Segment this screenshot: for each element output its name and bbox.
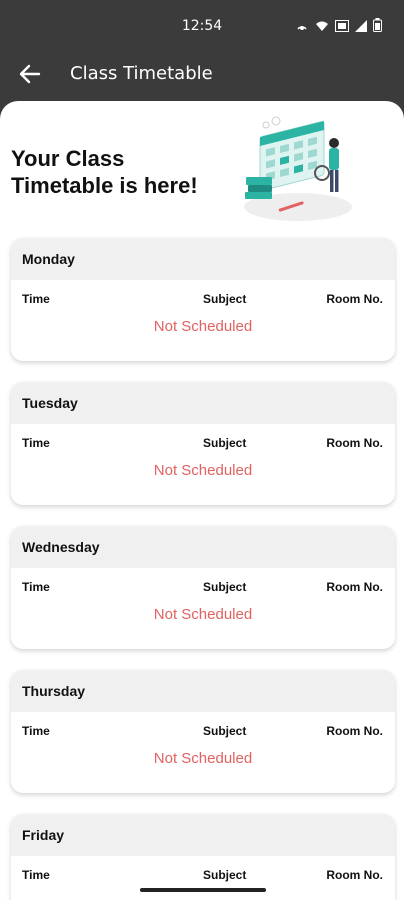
day-name: Tuesday xyxy=(11,382,395,424)
app-bar: Class Timetable xyxy=(0,50,404,100)
arrow-left-icon xyxy=(19,64,41,84)
day-card-thursday: Thursday Time Subject Room No. Not Sched… xyxy=(11,670,395,793)
column-time: Time xyxy=(22,436,50,450)
calendar-illustration-icon xyxy=(244,116,352,221)
hero-title-line2: Timetable is here! xyxy=(11,173,198,198)
hotspot-icon xyxy=(295,19,309,37)
not-scheduled-text: Not Scheduled xyxy=(153,606,253,623)
not-scheduled-text: Not Scheduled xyxy=(153,750,253,767)
day-name: Thursday xyxy=(11,670,395,712)
gesture-nav-handle[interactable] xyxy=(140,888,266,892)
column-subject: Subject xyxy=(203,436,247,450)
column-room: Room No. xyxy=(326,580,383,594)
day-card-monday: Monday Time Subject Room No. Not Schedul… xyxy=(11,238,395,361)
data-icon xyxy=(335,19,349,37)
not-scheduled-text: Not Scheduled xyxy=(153,318,253,335)
content-sheet: Your Class Timetable is here! Monday Tim… xyxy=(0,101,404,900)
column-headers: Time Subject Room No. xyxy=(11,280,395,312)
day-name: Monday xyxy=(11,238,395,280)
day-card-tuesday: Tuesday Time Subject Room No. Not Schedu… xyxy=(11,382,395,505)
status-bar: 12:54 xyxy=(0,0,404,50)
column-headers: Time Subject Room No. xyxy=(11,424,395,456)
battery-icon xyxy=(373,18,382,37)
day-name: Wednesday xyxy=(11,526,395,568)
column-room: Room No. xyxy=(326,436,383,450)
day-card-wednesday: Wednesday Time Subject Room No. Not Sche… xyxy=(11,526,395,649)
hero-title: Your Class Timetable is here! xyxy=(11,145,231,199)
column-room: Room No. xyxy=(326,292,383,306)
back-button[interactable] xyxy=(14,58,46,90)
column-subject: Subject xyxy=(203,868,247,882)
column-time: Time xyxy=(22,580,50,594)
hero-title-line1: Your Class xyxy=(11,146,125,171)
column-time: Time xyxy=(22,724,50,738)
day-name: Friday xyxy=(11,814,395,856)
column-time: Time xyxy=(22,868,50,882)
hero-banner: Your Class Timetable is here! xyxy=(0,101,404,231)
column-subject: Subject xyxy=(203,724,247,738)
column-room: Room No. xyxy=(326,868,383,882)
not-scheduled-text: Not Scheduled xyxy=(153,462,253,479)
column-room: Room No. xyxy=(326,724,383,738)
signal-icon xyxy=(355,19,367,37)
column-headers: Time Subject Room No. xyxy=(11,568,395,600)
column-time: Time xyxy=(22,292,50,306)
status-icons xyxy=(295,18,382,37)
column-headers: Time Subject Room No. xyxy=(11,712,395,744)
column-headers: Time Subject Room No. xyxy=(11,856,395,888)
column-subject: Subject xyxy=(203,292,247,306)
wifi-icon xyxy=(315,19,329,37)
app-title: Class Timetable xyxy=(70,63,213,84)
column-subject: Subject xyxy=(203,580,247,594)
